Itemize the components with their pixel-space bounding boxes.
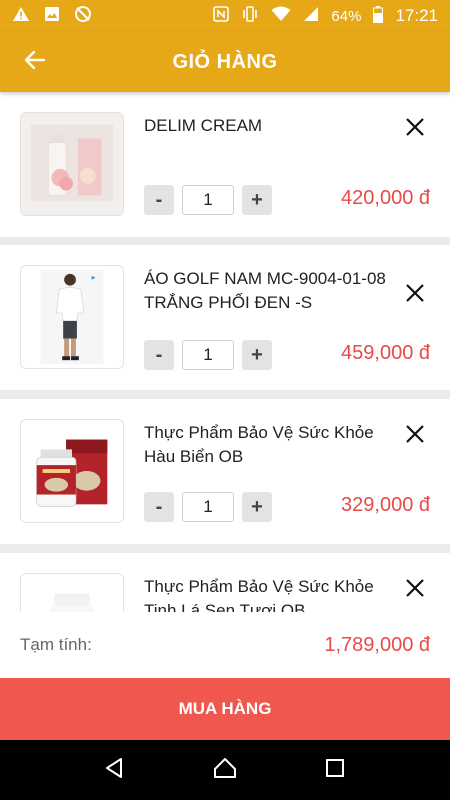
close-icon xyxy=(405,117,425,142)
product-name[interactable]: Thực Phẩm Bảo Vệ Sức Khỏe Hàu Biển OB xyxy=(144,421,394,469)
product-image[interactable] xyxy=(20,419,124,523)
nfc-icon xyxy=(213,6,230,26)
cart-item: Thực Phẩm Bảo Vệ Sức Khỏe Tinh Lá Sen Tư… xyxy=(0,553,450,612)
decrease-quantity-button[interactable]: - xyxy=(144,492,174,522)
product-image[interactable] xyxy=(20,265,124,369)
wifi-icon xyxy=(271,6,291,26)
checkout-button[interactable]: MUA HÀNG xyxy=(0,678,450,740)
battery-percent: 64% xyxy=(331,7,362,25)
product-price: 329,000 đ xyxy=(341,494,430,516)
cart-item: ÁO GOLF NAM MC-9004-01-08 TRẮNG PHỐI ĐEN… xyxy=(0,245,450,390)
quantity-field[interactable]: 1 xyxy=(182,492,234,522)
product-price: 459,000 đ xyxy=(341,342,430,364)
quantity-stepper: - 1 + xyxy=(144,492,272,522)
nav-back-button[interactable] xyxy=(95,750,135,790)
nav-home-button[interactable] xyxy=(205,750,245,790)
subtotal-label: Tạm tính: xyxy=(20,635,92,654)
app-bar: GIỎ HÀNG xyxy=(0,32,450,92)
clock: 17:21 xyxy=(395,6,438,25)
close-icon xyxy=(405,578,425,603)
subtotal-value: 1,789,000 đ xyxy=(324,633,430,656)
cart-item: Thực Phẩm Bảo Vệ Sức Khỏe Hàu Biển OB - … xyxy=(0,399,450,544)
system-nav-bar xyxy=(0,740,450,800)
product-price: 420,000 đ xyxy=(341,187,430,209)
image-icon xyxy=(44,6,60,27)
close-icon xyxy=(405,283,425,308)
square-recents-icon xyxy=(325,758,345,783)
subtotal-bar: Tạm tính: 1,789,000 đ xyxy=(0,612,450,678)
arrow-left-icon xyxy=(23,48,47,77)
product-image[interactable] xyxy=(20,112,124,216)
remove-item-button[interactable] xyxy=(400,575,430,605)
back-button[interactable] xyxy=(0,32,70,92)
quantity-field[interactable]: 1 xyxy=(182,185,234,215)
remove-item-button[interactable] xyxy=(400,280,430,310)
decrease-quantity-button[interactable]: - xyxy=(144,185,174,215)
home-icon xyxy=(213,757,237,784)
remove-item-button[interactable] xyxy=(400,114,430,144)
product-name[interactable]: ÁO GOLF NAM MC-9004-01-08 TRẮNG PHỐI ĐEN… xyxy=(144,267,394,315)
increase-quantity-button[interactable]: + xyxy=(242,492,272,522)
signal-icon xyxy=(303,6,319,26)
close-icon xyxy=(405,424,425,449)
product-name[interactable]: DELIM CREAM xyxy=(144,114,394,138)
no-sync-icon xyxy=(74,5,92,28)
status-bar: 64% 17:21 xyxy=(0,0,450,32)
cart-item: DELIM CREAM - 1 + 420,000 đ xyxy=(0,92,450,237)
nav-recents-button[interactable] xyxy=(315,750,355,790)
remove-item-button[interactable] xyxy=(400,421,430,451)
battery-icon xyxy=(373,5,384,27)
product-image[interactable] xyxy=(20,573,124,612)
quantity-stepper: - 1 + xyxy=(144,185,272,215)
triangle-back-icon xyxy=(104,757,126,784)
quantity-field[interactable]: 1 xyxy=(182,340,234,370)
vibrate-icon xyxy=(241,6,259,26)
increase-quantity-button[interactable]: + xyxy=(242,185,272,215)
quantity-stepper: - 1 + xyxy=(144,340,272,370)
cart-list[interactable]: DELIM CREAM - 1 + 420,000 đ ÁO GOLF NAM … xyxy=(0,92,450,612)
warning-icon xyxy=(12,6,30,27)
decrease-quantity-button[interactable]: - xyxy=(144,340,174,370)
increase-quantity-button[interactable]: + xyxy=(242,340,272,370)
product-name[interactable]: Thực Phẩm Bảo Vệ Sức Khỏe Tinh Lá Sen Tư… xyxy=(144,575,394,612)
